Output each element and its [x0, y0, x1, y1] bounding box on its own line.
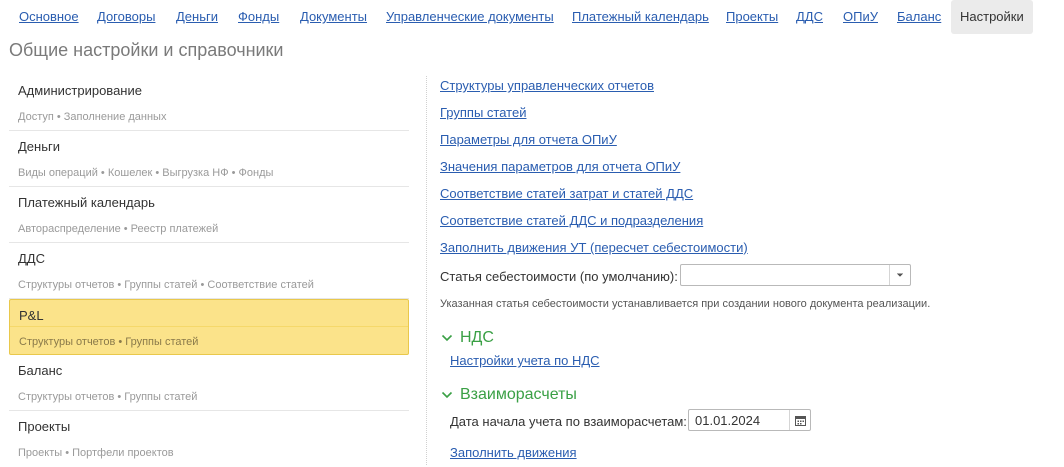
section-balance[interactable]: Баланс Структуры отчетов • Группы статей: [9, 355, 409, 411]
section-subtitle: Доступ • Заполнение данных: [18, 111, 167, 123]
section-projects[interactable]: Проекты Проекты • Портфели проектов: [9, 411, 409, 467]
section-money[interactable]: Деньги Виды операций • Кошелек • Выгрузк…: [9, 131, 409, 187]
dropdown-button[interactable]: [889, 265, 910, 285]
chevron-down-icon: [440, 388, 454, 402]
link-fill-ut-movements[interactable]: Заполнить движения УТ (пересчет себестои…: [440, 240, 748, 255]
link-item-groups[interactable]: Группы статей: [440, 105, 526, 120]
calendar-icon: [794, 415, 806, 426]
section-title: P&L: [19, 308, 44, 323]
section-subtitle: Структуры отчетов • Группы статей: [18, 391, 198, 403]
vat-group-header[interactable]: НДС: [440, 329, 494, 347]
tab-balance[interactable]: Баланс: [897, 0, 941, 34]
link-opiu-parameter-values[interactable]: Значения параметров для отчета ОПиУ: [440, 159, 680, 174]
tab-projects[interactable]: Проекты: [726, 0, 778, 34]
tab-settings[interactable]: Настройки: [951, 0, 1033, 34]
settlements-date-field[interactable]: 01.01.2024: [688, 409, 811, 431]
settlements-date-value: 01.01.2024: [695, 413, 761, 428]
panel-divider: [426, 76, 428, 465]
calendar-button[interactable]: [789, 410, 810, 430]
section-dds[interactable]: ДДС Структуры отчетов • Группы статей • …: [9, 243, 409, 299]
section-title: Баланс: [18, 363, 63, 378]
settings-section-list: Администрирование Доступ • Заполнение да…: [9, 75, 409, 467]
section-title: ДДС: [18, 251, 45, 266]
section-subtitle: Проекты • Портфели проектов: [18, 447, 174, 459]
section-title: Проекты: [18, 419, 71, 434]
top-navigation: Основное Договоры Деньги Фонды Документы…: [0, 0, 1064, 36]
link-opiu-parameters[interactable]: Параметры для отчета ОПиУ: [440, 132, 617, 147]
section-divider: [10, 326, 408, 327]
settlements-group-title: Взаиморасчеты: [460, 386, 577, 403]
section-title: Деньги: [18, 139, 60, 154]
section-pnl[interactable]: P&L Структуры отчетов • Группы статей: [9, 299, 409, 355]
chevron-down-icon: [896, 273, 904, 277]
link-management-report-structures[interactable]: Структуры управленческих отчетов: [440, 78, 654, 93]
settlements-group-header[interactable]: Взаиморасчеты: [440, 386, 577, 404]
section-subtitle: Структуры отчетов • Группы статей: [19, 336, 199, 348]
section-payment-calendar[interactable]: Платежный календарь Автораспределение • …: [9, 187, 409, 243]
tab-management-documents[interactable]: Управленческие документы: [386, 0, 554, 34]
tab-dds[interactable]: ДДС: [796, 0, 823, 34]
link-vat-settings[interactable]: Настройки учета по НДС: [450, 353, 600, 368]
cost-item-hint: Указанная статья себестоимости устанавли…: [440, 298, 931, 310]
tab-payment-calendar[interactable]: Платежный календарь: [572, 0, 709, 34]
section-subtitle: Структуры отчетов • Группы статей • Соот…: [18, 279, 314, 291]
page-title: Общие настройки и справочники: [9, 40, 284, 60]
section-administration[interactable]: Администрирование Доступ • Заполнение да…: [9, 75, 409, 131]
tab-opiu[interactable]: ОПиУ: [843, 0, 878, 34]
settlements-date-label: Дата начала учета по взаиморасчетам:: [450, 414, 687, 429]
link-cost-to-dds-mapping[interactable]: Соответствие статей затрат и статей ДДС: [440, 186, 693, 201]
tab-funds[interactable]: Фонды: [238, 0, 279, 34]
cost-item-select[interactable]: [680, 264, 911, 286]
section-title: Администрирование: [18, 83, 142, 98]
chevron-down-icon: [440, 331, 454, 345]
tab-money[interactable]: Деньги: [176, 0, 218, 34]
link-fill-movements[interactable]: Заполнить движения: [450, 445, 577, 460]
tab-documents[interactable]: Документы: [300, 0, 367, 34]
tab-contracts[interactable]: Договоры: [97, 0, 155, 34]
tab-main[interactable]: Основное: [19, 0, 79, 34]
section-subtitle: Виды операций • Кошелек • Выгрузка НФ • …: [18, 167, 274, 179]
cost-item-label: Статья себестоимости (по умолчанию):: [440, 269, 678, 284]
vat-group-title: НДС: [460, 329, 494, 346]
section-subtitle: Автораспределение • Реестр платежей: [18, 223, 219, 235]
section-title: Платежный календарь: [18, 195, 155, 210]
link-dds-to-department-mapping[interactable]: Соответствие статей ДДС и подразделения: [440, 213, 703, 228]
